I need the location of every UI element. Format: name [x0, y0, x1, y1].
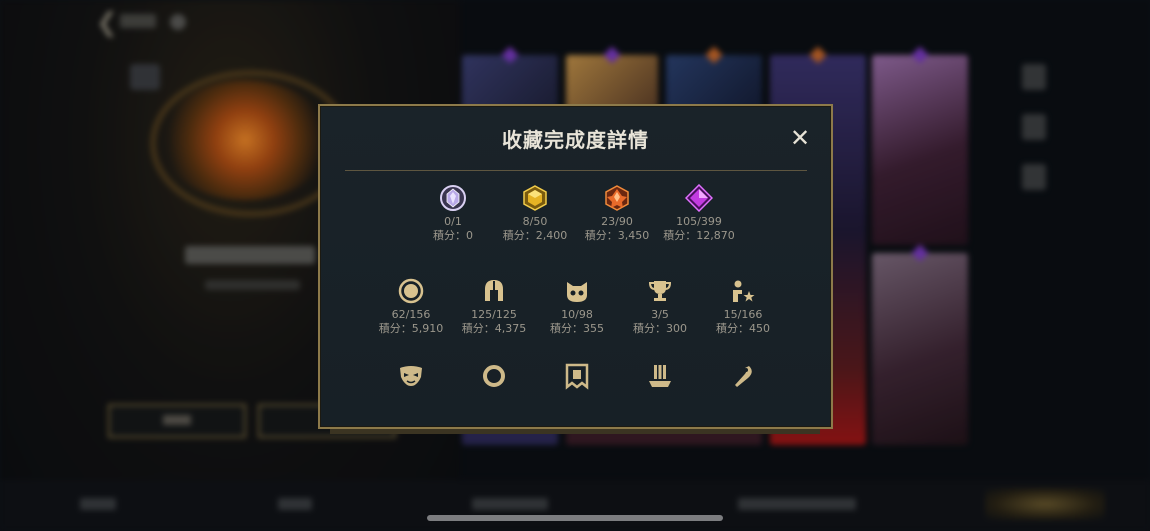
collection-completion-dialog: 收藏完成度詳情 ✕ 0/1 積分：0 8/50 積分：2,400 23/90 積… [318, 104, 833, 429]
category-stat-emotes: 15/166 積分：450 [698, 277, 788, 336]
hook-icon [735, 366, 752, 387]
category-stat-finishers [698, 362, 788, 393]
rarity-stat-gold: 8/50 積分：2,400 [490, 184, 580, 243]
helmet-icon [485, 280, 503, 301]
cat-face-icon [567, 282, 587, 302]
category-stat-little-legends: 10/98 積分：355 [532, 277, 622, 336]
emote-person-icon [733, 280, 755, 302]
ring-icon [483, 365, 505, 387]
mask-icon [400, 366, 422, 386]
purple-gem-icon [685, 184, 713, 212]
orange-gem-icon [605, 185, 629, 211]
rarity-stat-hextech: 0/1 積分：0 [408, 184, 498, 243]
close-button[interactable]: ✕ [786, 124, 814, 152]
category-stat-champions: 125/125 積分：4,375 [449, 277, 539, 336]
trophy-icon [648, 281, 672, 301]
category-stat-rings [449, 362, 539, 393]
home-indicator[interactable] [427, 515, 723, 521]
category-stat-wards: 62/156 積分：5,910 [366, 277, 456, 336]
dialog-title: 收藏完成度詳情 [502, 128, 649, 152]
rarity-stat-orange: 23/90 積分：3,450 [572, 184, 662, 243]
category-stat-trophies: 3/5 積分：300 [615, 277, 705, 336]
rarity-stat-purple: 105/399 積分：12,870 [654, 184, 744, 243]
gold-gem-icon [523, 185, 547, 211]
ward-ring-icon [398, 278, 424, 304]
category-stat-podiums [615, 362, 705, 393]
category-stat-banners [532, 362, 622, 393]
banner-frame-icon [565, 363, 589, 390]
title-divider [345, 170, 807, 171]
category-stat-masks [366, 362, 456, 393]
hextech-gem-icon [440, 185, 466, 211]
podium-icon [649, 365, 671, 387]
